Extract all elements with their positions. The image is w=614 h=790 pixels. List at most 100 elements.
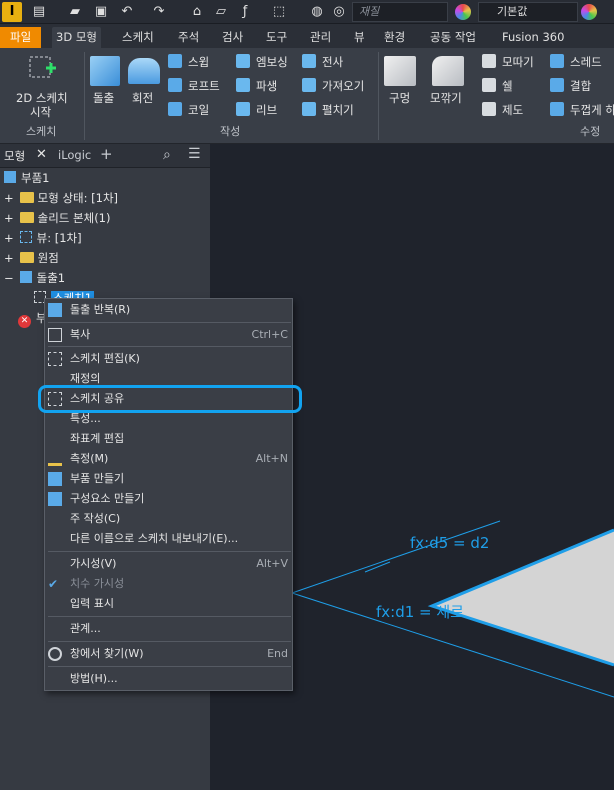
adjust-appearance-icon[interactable] — [581, 4, 597, 20]
menu-item-relationships[interactable]: 관계... — [45, 619, 292, 639]
menu-item-show-input[interactable]: 입력 표시 — [45, 594, 292, 614]
start-2d-sketch-icon[interactable] — [24, 54, 60, 82]
loft-icon[interactable] — [168, 78, 182, 92]
expand-icon[interactable]: + — [4, 211, 14, 225]
decal-button[interactable]: 전사 — [322, 54, 343, 70]
revolve-button[interactable]: 회전 — [132, 90, 153, 106]
tab-ilogic[interactable]: iLogic — [58, 148, 91, 162]
tree-item-end-of-part[interactable]: ✕ 부 — [18, 308, 47, 328]
start-2d-sketch-label-2[interactable]: 시작 — [30, 104, 51, 120]
select-icon[interactable]: ⬚ — [270, 3, 288, 21]
menu-item-how-to[interactable]: 방법(H)... — [45, 669, 292, 689]
new-file-icon[interactable]: ▤ — [30, 3, 48, 21]
rib-icon[interactable] — [236, 102, 250, 116]
materials-icon[interactable]: ◍ — [308, 3, 326, 21]
tab-environments[interactable]: 환경 — [380, 27, 409, 48]
emboss-button[interactable]: 엠보싱 — [256, 54, 288, 70]
appearance-dropdown[interactable]: 기본값 — [478, 2, 578, 22]
tree-item-model-state[interactable]: + 모형 상태: [1차] — [4, 188, 118, 208]
draft-icon[interactable] — [482, 102, 496, 116]
extrude-button[interactable]: 돌출 — [93, 90, 114, 106]
emboss-icon[interactable] — [236, 54, 250, 68]
chamfer-button[interactable]: 모따기 — [502, 54, 534, 70]
menu-item-visibility[interactable]: 가시성(V) Alt+V — [45, 554, 292, 574]
tree-item-part[interactable]: 부품1 — [4, 168, 49, 188]
sweep-icon[interactable] — [168, 54, 182, 68]
fillet-icon[interactable] — [432, 56, 464, 86]
dimension-label-d1[interactable]: fx:d1 = 세로 — [376, 601, 464, 622]
thread-button[interactable]: 스레드 — [570, 54, 602, 70]
app-logo[interactable]: I — [2, 2, 22, 22]
revolve-icon[interactable] — [128, 58, 160, 84]
menu-item-find-in-window[interactable]: 창에서 찾기(W) End — [45, 644, 292, 664]
tab-file[interactable]: 파일 — [0, 27, 42, 48]
material-dropdown[interactable]: 재질 — [352, 2, 448, 22]
hole-icon[interactable] — [384, 56, 416, 86]
close-icon[interactable]: ✕ — [36, 147, 47, 162]
open-folder-icon[interactable]: ▰ — [66, 3, 84, 21]
collapse-icon[interactable]: − — [4, 271, 14, 285]
menu-item-create-note[interactable]: 주 작성(C) — [45, 509, 292, 529]
undo-icon[interactable]: ↶ — [118, 3, 136, 21]
dimension-label-d5[interactable]: fx:d5 = d2 — [410, 534, 489, 552]
menu-item-copy[interactable]: 복사 Ctrl+C — [45, 325, 292, 345]
add-tab-icon[interactable]: + — [100, 145, 113, 163]
derive-button[interactable]: 파생 — [256, 78, 277, 94]
tree-item-extrusion[interactable]: − 돌출1 — [4, 268, 65, 288]
decal-icon[interactable] — [302, 54, 316, 68]
menu-item-export-sketch-as[interactable]: 다른 이름으로 스케치 내보내기(E)... — [45, 529, 292, 549]
menu-icon[interactable]: ☰ — [188, 146, 201, 162]
tree-item-view[interactable]: + 뷰: [1차] — [4, 228, 82, 248]
tab-collaborate[interactable]: 공동 작업 — [426, 27, 480, 48]
expand-icon[interactable]: + — [4, 251, 14, 265]
fillet-button[interactable]: 모깎기 — [430, 90, 462, 106]
extrude-icon[interactable] — [90, 56, 120, 86]
thread-icon[interactable] — [550, 54, 564, 68]
appearance-ball-icon[interactable]: ◎ — [330, 3, 348, 21]
menu-item-edit-sketch[interactable]: 스케치 편집(K) — [45, 349, 292, 369]
expand-icon[interactable]: + — [4, 191, 14, 205]
combine-button[interactable]: 결합 — [570, 78, 591, 94]
tab-model[interactable]: 모형 — [4, 148, 25, 164]
shell-button[interactable]: 쉘 — [502, 78, 513, 94]
shell-icon[interactable] — [482, 78, 496, 92]
redo-icon[interactable]: ↷ — [150, 3, 168, 21]
tree-item-origin[interactable]: + 원점 — [4, 248, 59, 268]
coil-button[interactable]: 코일 — [188, 102, 209, 118]
coil-icon[interactable] — [168, 102, 182, 116]
tab-annotate[interactable]: 주석 — [174, 27, 203, 48]
import-button[interactable]: 가져오기 — [322, 78, 364, 94]
home-icon[interactable]: ⌂ — [188, 3, 206, 21]
menu-item-measure[interactable]: 측정(M) Alt+N — [45, 449, 292, 469]
save-icon[interactable]: ▣ — [92, 3, 110, 21]
color-wheel-icon[interactable] — [455, 4, 471, 20]
derive-icon[interactable] — [236, 78, 250, 92]
rib-button[interactable]: 리브 — [256, 102, 277, 118]
hole-button[interactable]: 구멍 — [389, 90, 410, 106]
draft-button[interactable]: 제도 — [502, 102, 523, 118]
thicken-icon[interactable] — [550, 102, 564, 116]
tab-3d-model[interactable]: 3D 모형 — [52, 27, 101, 48]
menu-item-dimension-visibility[interactable]: ✔ 치수 가시성 — [45, 574, 292, 594]
menu-item-make-components[interactable]: 구성요소 만들기 — [45, 489, 292, 509]
expand-icon[interactable]: + — [4, 231, 14, 245]
chamfer-icon[interactable] — [482, 54, 496, 68]
unwrap-button[interactable]: 펼치기 — [322, 102, 354, 118]
tab-inspect[interactable]: 검사 — [218, 27, 247, 48]
folder-icon[interactable]: ▱ — [212, 3, 230, 21]
sweep-button[interactable]: 스윕 — [188, 54, 209, 70]
tab-sketch[interactable]: 스케치 — [118, 27, 158, 48]
menu-item-edit-coordinate-system[interactable]: 좌표계 편집 — [45, 429, 292, 449]
combine-icon[interactable] — [550, 78, 564, 92]
loft-button[interactable]: 로프트 — [188, 78, 220, 94]
menu-item-repeat-extrude[interactable]: 돌출 반복(R) — [45, 300, 292, 320]
tab-manage[interactable]: 관리 — [306, 27, 335, 48]
tab-fusion360[interactable]: Fusion 360 — [498, 27, 568, 48]
thicken-button[interactable]: 두껍게 하 — [570, 102, 614, 118]
import-icon[interactable] — [302, 78, 316, 92]
tab-view[interactable]: 뷰 — [350, 27, 369, 48]
parameters-icon[interactable]: ƒ — [236, 3, 254, 21]
menu-item-make-part[interactable]: 부품 만들기 — [45, 469, 292, 489]
search-icon[interactable]: ⌕ — [163, 147, 171, 163]
unwrap-icon[interactable] — [302, 102, 316, 116]
